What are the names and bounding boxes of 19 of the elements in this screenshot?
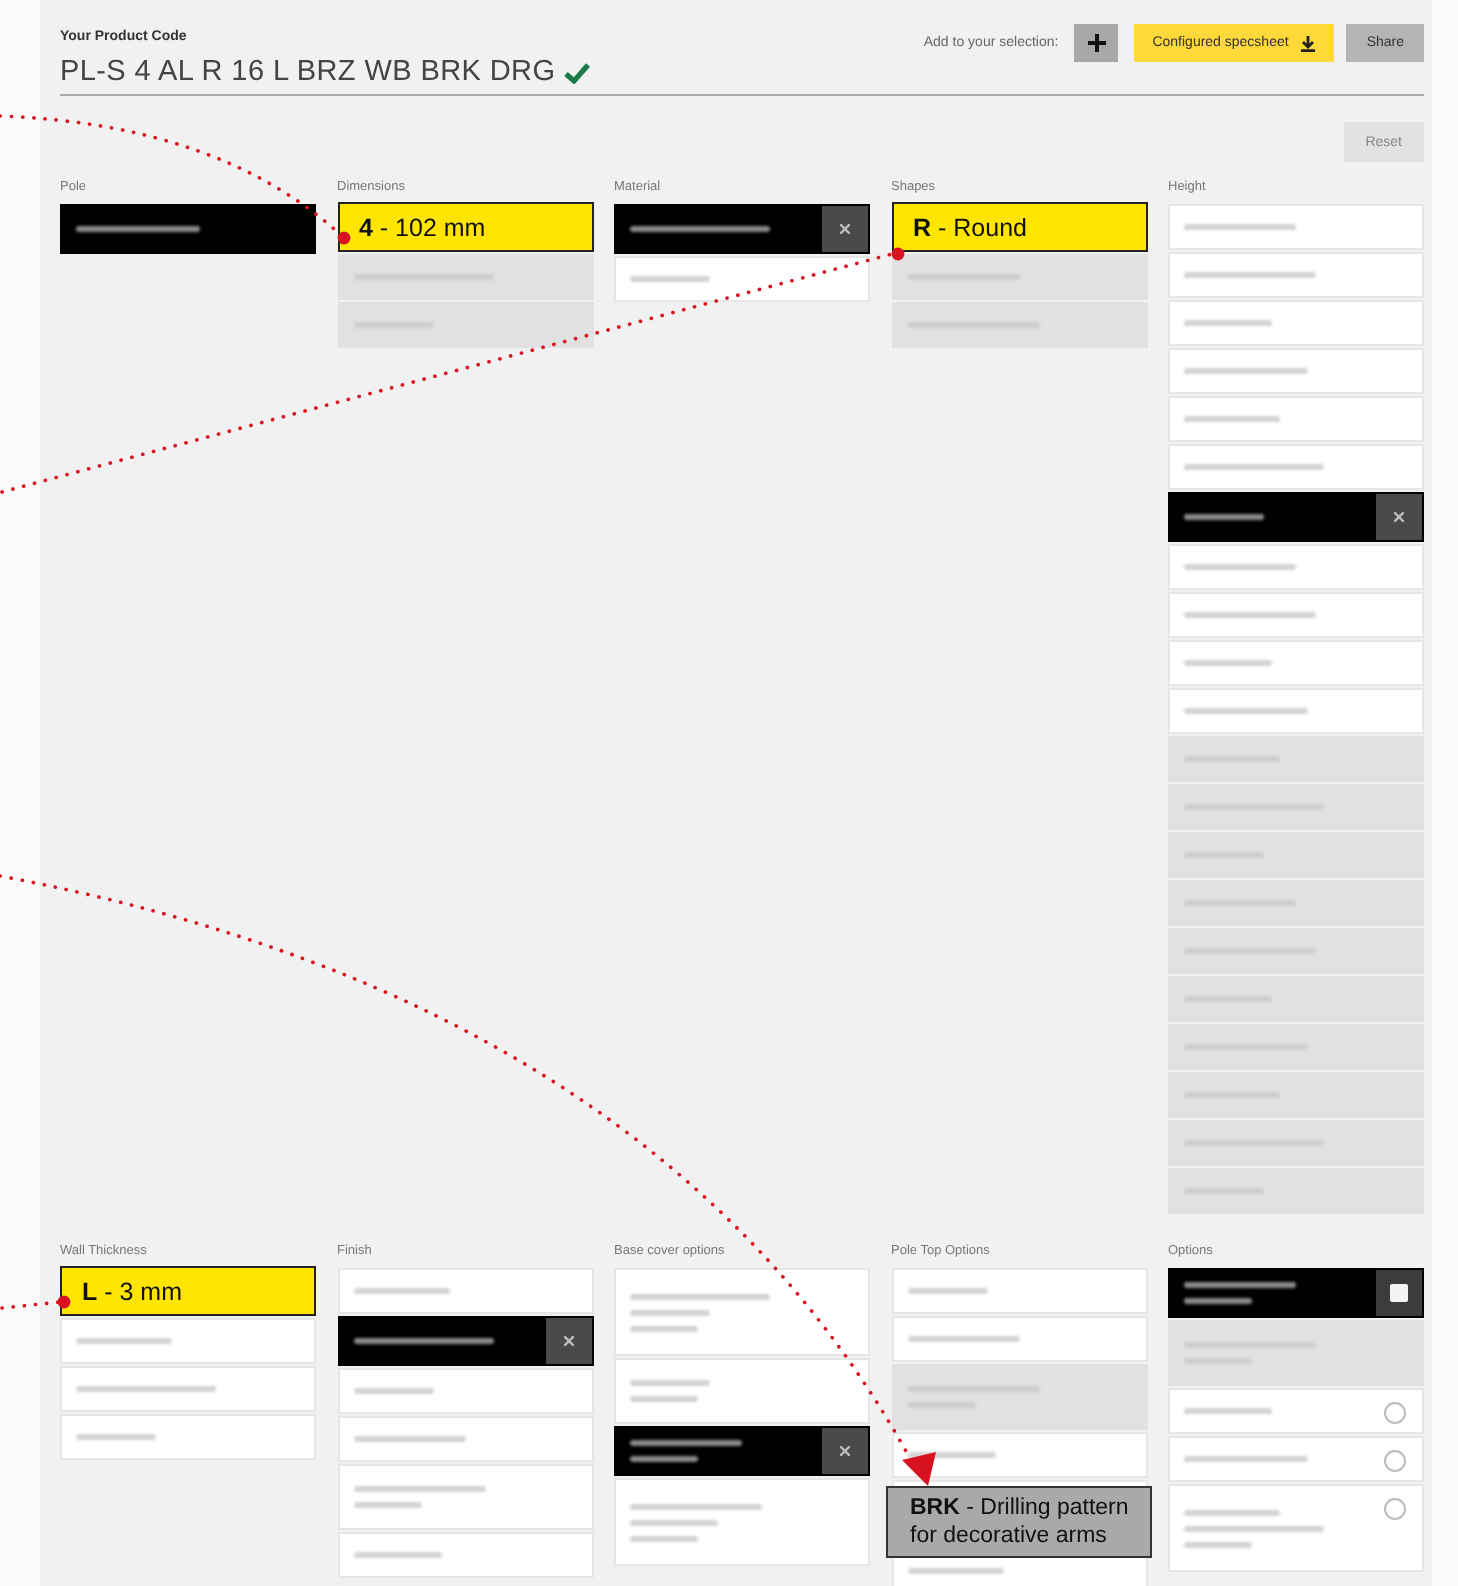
radio-button[interactable] — [1384, 1450, 1406, 1472]
remove-icon[interactable] — [822, 1428, 868, 1474]
checkbox[interactable] — [1390, 1284, 1408, 1302]
callout-label: 4 - 102 mm — [337, 202, 593, 252]
callout-label: R - Round — [891, 202, 1147, 252]
remove-icon[interactable] — [822, 206, 868, 252]
radio-button[interactable] — [1384, 1498, 1406, 1520]
plus-icon — [1087, 34, 1106, 52]
leader-line — [0, 1295, 71, 1310]
radio-button[interactable] — [1384, 1402, 1406, 1424]
remove-icon[interactable] — [1376, 494, 1422, 540]
add-button[interactable] — [1074, 24, 1119, 62]
download-icon — [1300, 35, 1317, 51]
option-item[interactable] — [1168, 1268, 1424, 1318]
remove-icon[interactable] — [545, 1318, 591, 1364]
callout-tooltip: BRK - Drilling pattern for decorative arms — [886, 1486, 1152, 1558]
callout-label: L - 3 mm — [60, 1266, 316, 1316]
product-code: PL-S 4 AL R 16 L BRZ WB BRK DRG — [60, 56, 556, 88]
check-icon — [563, 61, 590, 83]
